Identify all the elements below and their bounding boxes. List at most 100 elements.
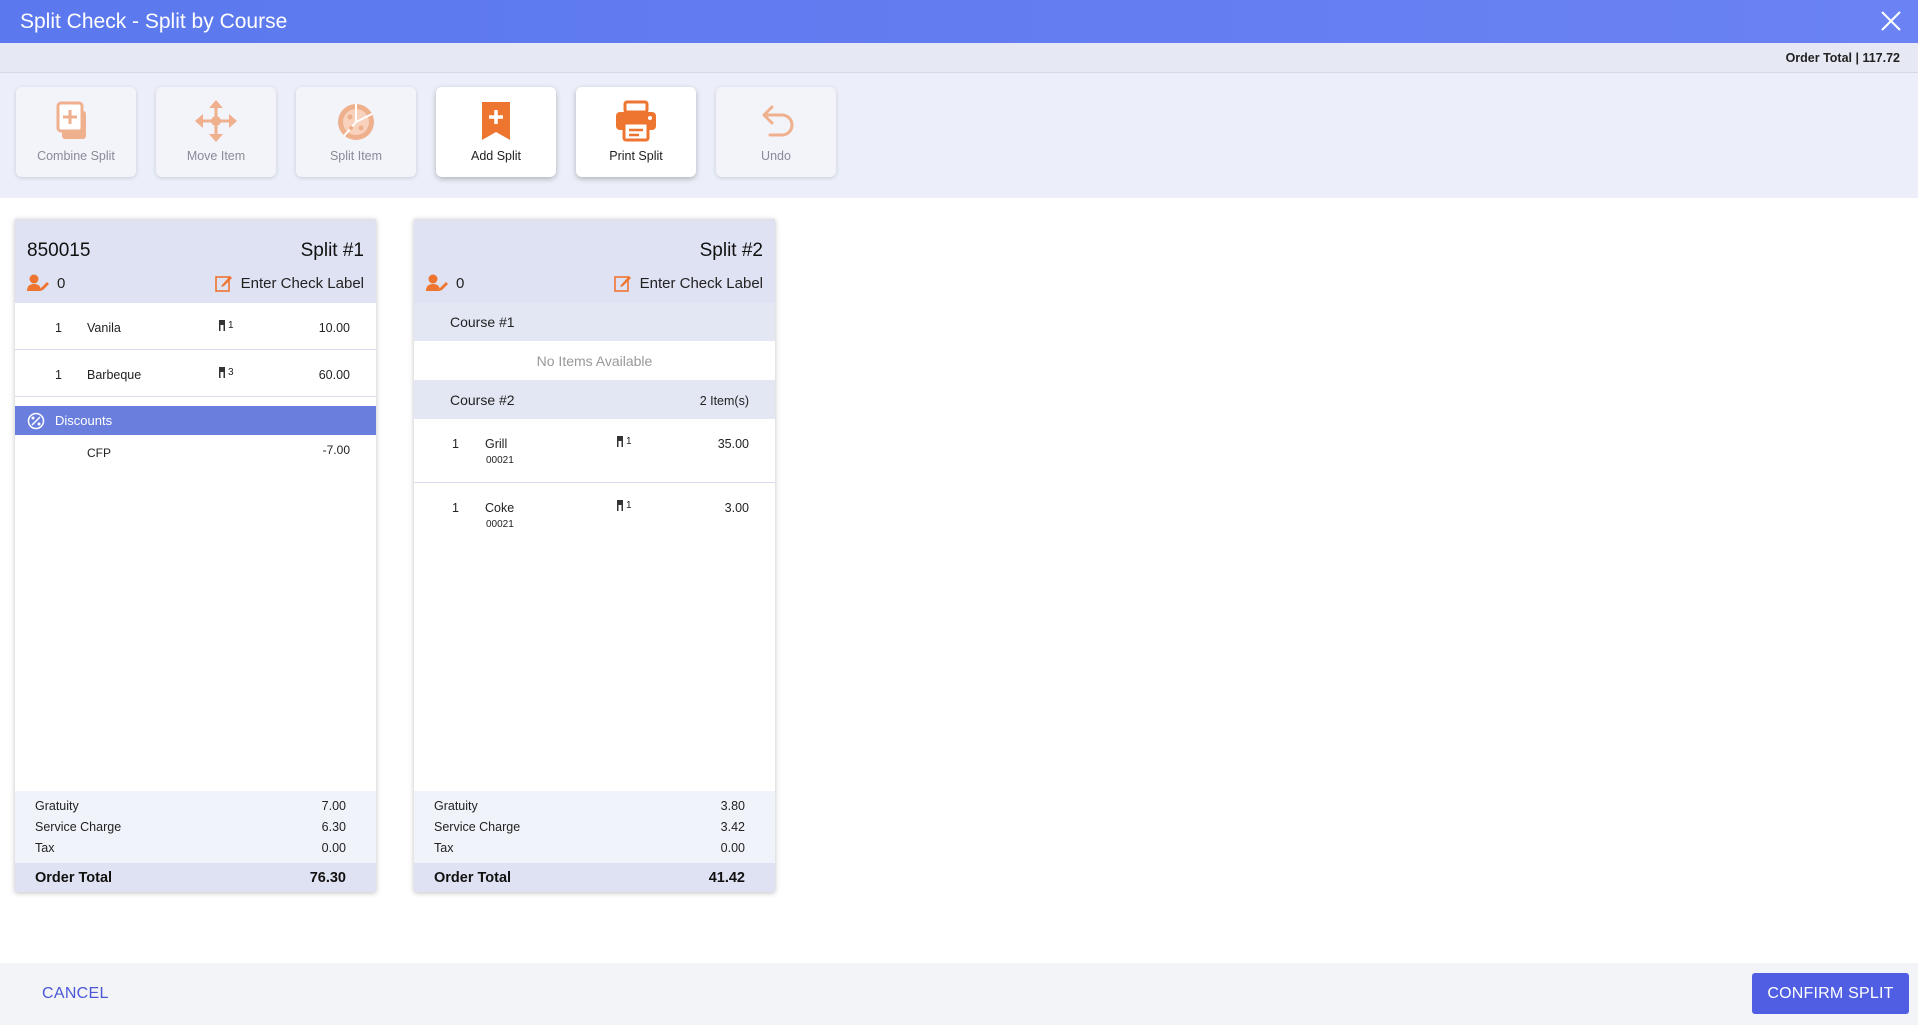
seat-icon xyxy=(219,320,225,331)
move-item-icon xyxy=(195,100,237,142)
split-card-1[interactable]: 850015 Split #1 0 Enter Check Label 1 Va… xyxy=(15,219,376,892)
combine-split-button[interactable]: Combine Split xyxy=(16,87,136,177)
list-item[interactable]: 1 Grill 00021 1 35.00 xyxy=(414,419,775,483)
discounts-header: Discounts xyxy=(15,406,376,435)
enter-check-label-button[interactable]: Enter Check Label xyxy=(613,274,763,292)
close-icon[interactable] xyxy=(1878,8,1904,34)
seat-indicator: 1 xyxy=(219,320,234,331)
title-bar: Split Check - Split by Course xyxy=(0,0,1918,43)
footer-bar: CANCEL CONFIRM SPLIT xyxy=(0,963,1918,1025)
tax-label: Tax xyxy=(35,841,55,855)
tax-value: 0.00 xyxy=(720,841,745,855)
add-split-button[interactable]: Add Split xyxy=(436,87,556,177)
guest-count[interactable]: 0 xyxy=(426,274,464,292)
guest-edit-icon xyxy=(27,274,49,291)
split-card-2[interactable]: Split #2 0 Enter Check Label Course #1 N… xyxy=(414,219,775,892)
check-number: 850015 xyxy=(27,240,91,261)
seat-number: 1 xyxy=(626,500,632,511)
course-item-count: 2 Item(s) xyxy=(699,394,749,408)
discount-icon xyxy=(27,412,45,429)
seat-icon xyxy=(219,367,225,378)
guest-count-value: 0 xyxy=(57,274,66,292)
seat-icon xyxy=(617,500,623,511)
gratuity-label: Gratuity xyxy=(434,799,478,813)
course-name: Course #1 xyxy=(450,314,515,330)
undo-button[interactable]: Undo xyxy=(716,87,836,177)
gratuity-value: 3.80 xyxy=(720,799,745,813)
item-code: 00021 xyxy=(486,455,514,466)
order-total-text: Order Total | 117.72 xyxy=(1785,50,1900,65)
list-item[interactable]: 1 Coke 00021 1 3.00 xyxy=(414,483,775,547)
toolbar: Combine Split Move Item Split Item Add S… xyxy=(0,73,1918,198)
edit-icon xyxy=(613,276,631,292)
service-charge-value: 3.42 xyxy=(720,820,745,834)
split-item-button[interactable]: Split Item xyxy=(296,87,416,177)
edit-icon xyxy=(214,276,232,292)
seat-number: 1 xyxy=(626,436,632,447)
undo-label: Undo xyxy=(761,149,791,163)
order-total-label: Order Total xyxy=(434,870,512,886)
list-item[interactable]: 1 Barbeque 3 60.00 xyxy=(15,350,376,397)
item-name: Grill xyxy=(485,437,508,451)
seat-number: 3 xyxy=(228,367,234,378)
guest-count-value: 0 xyxy=(456,274,465,292)
item-name: Barbeque xyxy=(87,368,142,382)
item-price: 60.00 xyxy=(318,368,350,382)
move-item-label: Move Item xyxy=(186,149,246,163)
seat-icon xyxy=(617,436,623,447)
enter-check-label-text: Enter Check Label xyxy=(639,274,763,292)
item-qty: 1 xyxy=(452,437,459,451)
split-card-header: 850015 Split #1 0 Enter Check Label xyxy=(15,222,376,303)
move-item-button[interactable]: Move Item xyxy=(156,87,276,177)
enter-check-label-button[interactable]: Enter Check Label xyxy=(214,274,364,292)
split-summary: Gratuity 3.80 Service Charge 3.42 Tax 0.00 … xyxy=(414,791,775,892)
discount-row[interactable]: CFP -7.00 xyxy=(15,435,376,465)
print-split-label: Print Split xyxy=(609,149,663,163)
item-qty: 1 xyxy=(452,501,459,515)
split-item-icon xyxy=(338,104,374,140)
item-price: 35.00 xyxy=(717,437,749,451)
list-item[interactable]: 1 Vanila 1 10.00 xyxy=(15,303,376,350)
seat-indicator: 1 xyxy=(617,500,632,511)
discount-amount: -7.00 xyxy=(322,443,350,457)
combine-split-icon xyxy=(56,101,86,139)
gratuity-label: Gratuity xyxy=(35,799,79,813)
undo-icon xyxy=(762,105,794,137)
print-split-button[interactable]: Print Split xyxy=(576,87,696,177)
add-split-icon xyxy=(482,102,510,140)
service-charge-label: Service Charge xyxy=(35,820,122,834)
tax-value: 0.00 xyxy=(321,841,346,855)
item-qty: 1 xyxy=(55,321,62,335)
split-card-header: Split #2 0 Enter Check Label xyxy=(414,222,775,303)
course-name: Course #2 xyxy=(450,392,515,408)
item-name: Vanila xyxy=(87,321,121,335)
order-total-label: Order Total xyxy=(35,870,113,886)
guest-count[interactable]: 0 xyxy=(27,274,65,292)
service-charge-value: 6.30 xyxy=(321,820,346,834)
window-title: Split Check - Split by Course xyxy=(20,9,288,33)
print-split-icon xyxy=(616,100,656,142)
tax-label: Tax xyxy=(434,841,454,855)
item-price: 3.00 xyxy=(724,501,749,515)
no-items-message: No Items Available xyxy=(414,341,775,381)
item-qty: 1 xyxy=(55,368,62,382)
cancel-button[interactable]: CANCEL xyxy=(42,985,109,1003)
order-total-value: 41.42 xyxy=(708,870,745,886)
split-title: Split #2 xyxy=(699,240,763,261)
order-total-value: 76.30 xyxy=(309,870,346,886)
split-title: Split #1 xyxy=(300,240,364,261)
confirm-split-button[interactable]: CONFIRM SPLIT xyxy=(1752,973,1909,1014)
course-header-2[interactable]: Course #2 2 Item(s) xyxy=(414,381,775,419)
add-split-label: Add Split xyxy=(470,149,522,163)
item-name: Coke xyxy=(485,501,515,515)
course-header-1[interactable]: Course #1 xyxy=(414,303,775,341)
combine-split-label: Combine Split xyxy=(37,149,115,163)
split-summary: Gratuity 7.00 Service Charge 6.30 Tax 0.00 … xyxy=(15,791,376,892)
seat-indicator: 3 xyxy=(219,367,234,378)
split-item-label: Split Item xyxy=(329,149,383,163)
item-code: 00021 xyxy=(486,519,514,530)
enter-check-label-text: Enter Check Label xyxy=(240,274,364,292)
discount-name: CFP xyxy=(87,446,111,460)
service-charge-label: Service Charge xyxy=(434,820,521,834)
item-price: 10.00 xyxy=(318,321,350,335)
